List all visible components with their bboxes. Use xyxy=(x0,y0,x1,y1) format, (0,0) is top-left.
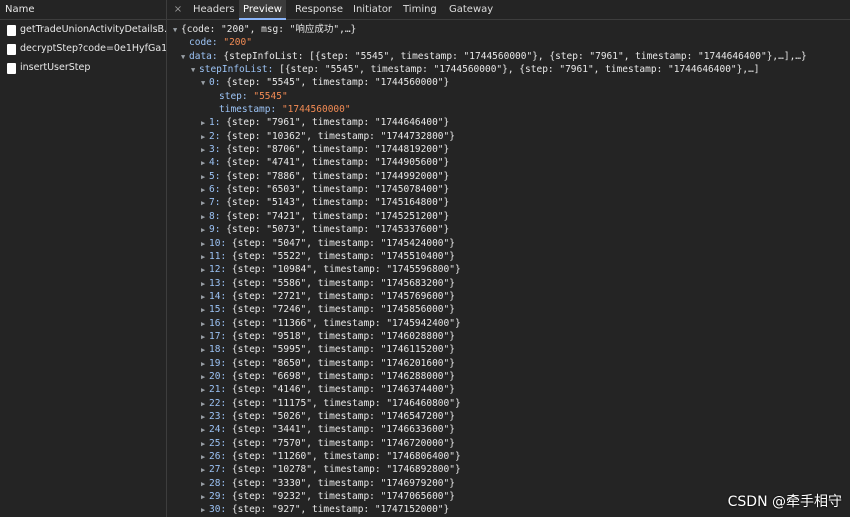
collapse-triangle-icon[interactable]: ▶ xyxy=(201,318,209,331)
tree-row-item[interactable]: ▶ 27: {step: "10278", timestamp: "1746892… xyxy=(167,463,850,476)
tree-row-item[interactable]: ▶ 5: {step: "7886", timestamp: "174499200… xyxy=(167,170,850,183)
document-icon xyxy=(7,25,16,36)
tree-row-item[interactable]: ▶ 2: {step: "10362", timestamp: "17447328… xyxy=(167,130,850,143)
tree-row-item[interactable]: ▶ 25: {step: "7570", timestamp: "17467200… xyxy=(167,437,850,450)
tab-headers[interactable]: Headers xyxy=(189,0,239,20)
tree-row-item[interactable]: ▶ 20: {step: "6698", timestamp: "17462880… xyxy=(167,370,850,383)
collapse-triangle-icon[interactable]: ▶ xyxy=(201,438,209,451)
csdn-watermark: CSDN @牵手相守 xyxy=(727,494,842,510)
collapse-triangle-icon[interactable]: ▶ xyxy=(201,251,209,264)
collapse-triangle-icon[interactable]: ▶ xyxy=(201,384,209,397)
tree-row-item[interactable]: ▶ 15: {step: "7246", timestamp: "17458560… xyxy=(167,303,850,316)
request-item[interactable]: getTradeUnionActivityDetailsB... xyxy=(0,21,166,39)
detail-tabbar: × Headers Preview Response Initiator Tim… xyxy=(167,0,850,20)
tree-row-item[interactable]: ▶ 4: {step: "4741", timestamp: "174490560… xyxy=(167,156,850,169)
tree-row-item[interactable]: ▶ 1: {step: "7961", timestamp: "174464640… xyxy=(167,116,850,129)
preview-panel: × Headers Preview Response Initiator Tim… xyxy=(167,0,850,517)
tree-row-item[interactable]: ▶ 11: {step: "5522", timestamp: "17455104… xyxy=(167,250,850,263)
expand-triangle-icon[interactable]: ▼ xyxy=(181,51,189,64)
json-preview-tree: ▼ {code: "200", msg: "响应成功",…} code: "200… xyxy=(167,20,850,517)
tree-row-item[interactable]: ▶ 10: {step: "5047", timestamp: "17454240… xyxy=(167,237,850,250)
collapse-triangle-icon[interactable]: ▶ xyxy=(201,371,209,384)
tree-row-item[interactable]: ▶ 3: {step: "8706", timestamp: "174481920… xyxy=(167,143,850,156)
tree-row-item[interactable]: ▶ 19: {step: "8650", timestamp: "17462016… xyxy=(167,357,850,370)
document-icon xyxy=(7,44,16,55)
request-item[interactable]: insertUserStep xyxy=(0,59,166,77)
close-icon[interactable]: × xyxy=(172,0,184,19)
tree-row-item[interactable]: ▶ 8: {step: "7421", timestamp: "174525120… xyxy=(167,210,850,223)
expand-triangle-icon[interactable]: ▼ xyxy=(191,64,199,77)
collapse-triangle-icon[interactable]: ▶ xyxy=(201,224,209,237)
tree-row-item[interactable]: ▶ 18: {step: "5995", timestamp: "17461152… xyxy=(167,343,850,356)
collapse-triangle-icon[interactable]: ▶ xyxy=(201,451,209,464)
tree-row-root[interactable]: ▼ {code: "200", msg: "响应成功",…} xyxy=(167,23,850,36)
collapse-triangle-icon[interactable]: ▶ xyxy=(201,238,209,251)
tree-row-item[interactable]: ▶ 21: {step: "4146", timestamp: "17463744… xyxy=(167,383,850,396)
tree-row-item-0-timestamp: timestamp: "1744560000" xyxy=(219,104,351,116)
collapse-triangle-icon[interactable]: ▶ xyxy=(201,504,209,517)
collapse-triangle-icon[interactable]: ▶ xyxy=(201,411,209,424)
document-icon xyxy=(7,63,16,74)
collapse-triangle-icon[interactable]: ▶ xyxy=(201,331,209,344)
tree-row-item[interactable]: ▶ 9: {step: "5073", timestamp: "174533760… xyxy=(167,223,850,236)
collapse-triangle-icon[interactable]: ▶ xyxy=(201,291,209,304)
tree-row-item[interactable]: ▶ 17: {step: "9518", timestamp: "17460288… xyxy=(167,330,850,343)
tree-row-item[interactable]: ▶ 16: {step: "11366", timestamp: "1745942… xyxy=(167,317,850,330)
tree-row-item[interactable]: ▶ 24: {step: "3441", timestamp: "17466336… xyxy=(167,423,850,436)
collapse-triangle-icon[interactable]: ▶ xyxy=(201,398,209,411)
expand-triangle-icon[interactable]: ▼ xyxy=(173,24,181,37)
tree-row-item[interactable]: ▶ 6: {step: "6503", timestamp: "174507840… xyxy=(167,183,850,196)
tab-response[interactable]: Response xyxy=(291,0,347,20)
tree-row-item[interactable]: ▶ 14: {step: "2721", timestamp: "17457696… xyxy=(167,290,850,303)
collapse-triangle-icon[interactable]: ▶ xyxy=(201,131,209,144)
request-item-label: insertUserStep xyxy=(20,62,91,73)
request-item[interactable]: decryptStep?code=0e1HyfGa1... xyxy=(0,40,166,58)
tree-row-data[interactable]: ▼ data: {stepInfoList: [{step: "5545", ti… xyxy=(167,50,850,63)
tree-row-item-0[interactable]: ▼ 0: {step: "5545", timestamp: "174456000… xyxy=(167,76,850,89)
tree-row-item[interactable]: ▶ 28: {step: "3330", timestamp: "17469792… xyxy=(167,477,850,490)
collapse-triangle-icon[interactable]: ▶ xyxy=(201,304,209,317)
collapse-triangle-icon[interactable]: ▶ xyxy=(201,197,209,210)
collapse-triangle-icon[interactable]: ▶ xyxy=(201,157,209,170)
tab-timing[interactable]: Timing xyxy=(399,0,441,20)
collapse-triangle-icon[interactable]: ▶ xyxy=(201,424,209,437)
tab-gateway[interactable]: Gateway xyxy=(445,0,497,20)
request-item-label: decryptStep?code=0e1HyfGa1... xyxy=(20,43,166,54)
collapse-triangle-icon[interactable]: ▶ xyxy=(201,171,209,184)
expand-triangle-icon[interactable]: ▼ xyxy=(201,77,209,90)
collapse-triangle-icon[interactable]: ▶ xyxy=(201,278,209,291)
collapse-triangle-icon[interactable]: ▶ xyxy=(201,358,209,371)
collapse-triangle-icon[interactable]: ▶ xyxy=(201,491,209,504)
tree-row-item[interactable]: ▶ 22: {step: "11175", timestamp: "1746460… xyxy=(167,397,850,410)
tree-row-item[interactable]: ▶ 23: {step: "5026", timestamp: "17465472… xyxy=(167,410,850,423)
collapse-triangle-icon[interactable]: ▶ xyxy=(201,211,209,224)
tree-row-item[interactable]: ▶ 12: {step: "10984", timestamp: "1745596… xyxy=(167,263,850,276)
tree-row-item[interactable]: ▶ 7: {step: "5143", timestamp: "174516480… xyxy=(167,196,850,209)
tree-row-code: code: "200" xyxy=(189,37,252,49)
collapse-triangle-icon[interactable]: ▶ xyxy=(201,144,209,157)
tree-row-steplist[interactable]: ▼ stepInfoList: [{step: "5545", timestamp… xyxy=(167,63,850,76)
collapse-triangle-icon[interactable]: ▶ xyxy=(201,464,209,477)
collapse-triangle-icon[interactable]: ▶ xyxy=(201,478,209,491)
request-item-label: getTradeUnionActivityDetailsB... xyxy=(20,24,166,35)
tree-row-item-0-step: step: "5545" xyxy=(219,90,288,102)
collapse-triangle-icon[interactable]: ▶ xyxy=(201,117,209,130)
request-list-header[interactable]: Name xyxy=(0,0,166,20)
tree-row-item[interactable]: ▶ 26: {step: "11260", timestamp: "1746806… xyxy=(167,450,850,463)
tab-preview[interactable]: Preview xyxy=(239,0,286,20)
tree-row-item[interactable]: ▶ 13: {step: "5586", timestamp: "17456832… xyxy=(167,277,850,290)
collapse-triangle-icon[interactable]: ▶ xyxy=(201,184,209,197)
collapse-triangle-icon[interactable]: ▶ xyxy=(201,344,209,357)
collapse-triangle-icon[interactable]: ▶ xyxy=(201,264,209,277)
tab-initiator[interactable]: Initiator xyxy=(349,0,396,20)
request-list-panel: Name getTradeUnionActivityDetailsB... de… xyxy=(0,0,166,517)
